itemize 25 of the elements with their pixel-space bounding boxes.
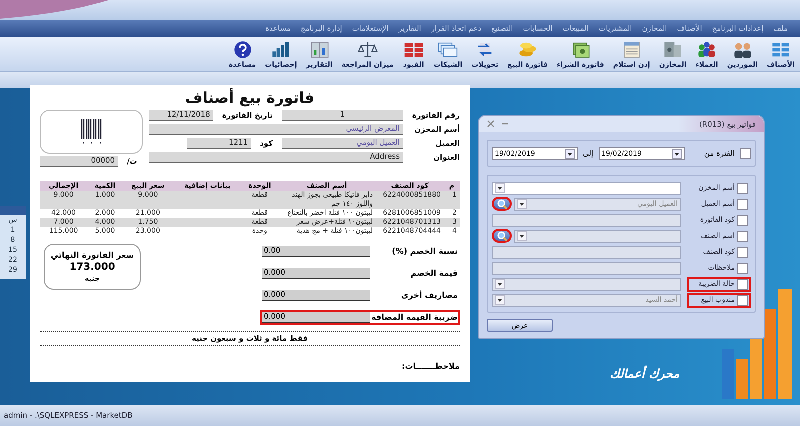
caret-icon[interactable]	[495, 183, 505, 193]
barcode-icon	[80, 119, 104, 145]
search-icon	[496, 230, 508, 242]
close-icon[interactable]	[487, 120, 495, 128]
invoice-title: فاتورة بيع أصناف	[184, 89, 316, 107]
notes-label: ملاحظـــــــات:	[402, 362, 460, 371]
total-label: سعر الفاتورة النهائي	[50, 251, 134, 260]
report-icon	[308, 40, 330, 60]
people-icon	[696, 40, 718, 60]
scale-icon	[356, 40, 379, 60]
bar-chart-icon	[270, 40, 292, 60]
help-icon	[232, 40, 254, 60]
safe-icon	[662, 40, 684, 60]
search-icon	[496, 198, 508, 210]
summary-label: نسبة الخصم (%)	[391, 247, 458, 256]
summary-label: مصاريف أخرى	[400, 291, 458, 300]
caret-icon[interactable]	[564, 148, 575, 158]
logo-text: محرك أعمالك	[610, 367, 680, 381]
summary-label: قيمة الخصم	[410, 269, 458, 278]
dropdown-field[interactable]	[492, 182, 681, 194]
total-amount: 173.000	[70, 262, 116, 273]
checkbox[interactable]	[740, 148, 751, 159]
summary-label: ضريبة القيمة المضافة	[374, 313, 458, 322]
caret-icon[interactable]	[672, 148, 682, 158]
calendar-header	[0, 206, 26, 215]
